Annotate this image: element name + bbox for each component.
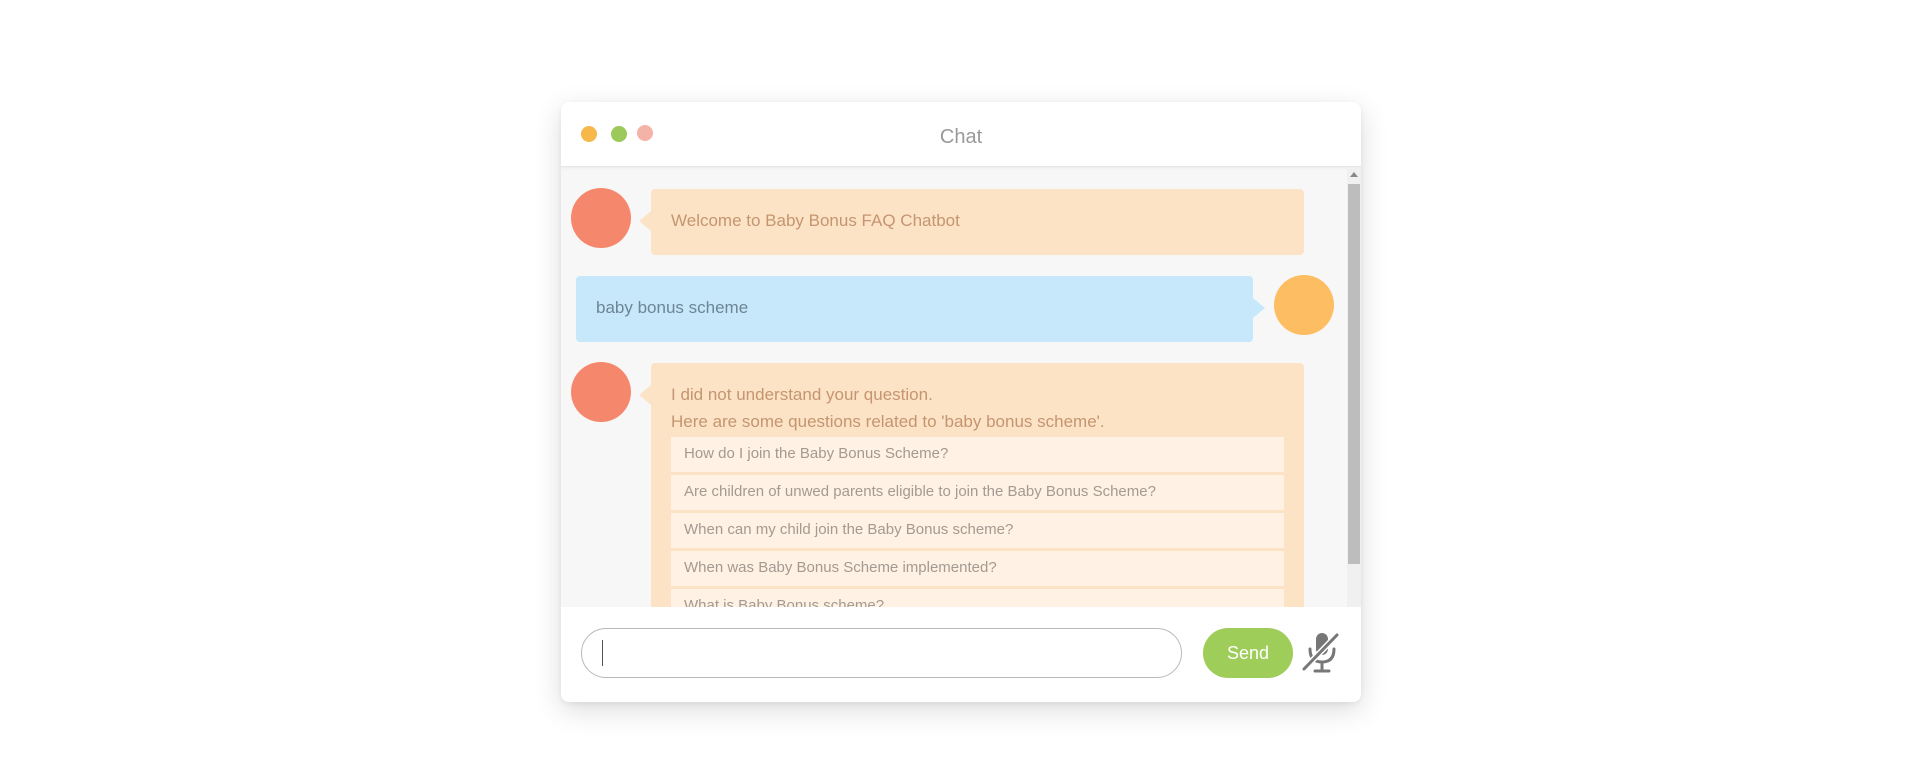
- suggestion-item[interactable]: When can my child join the Baby Bonus sc…: [671, 513, 1284, 548]
- suggestion-item[interactable]: What is Baby Bonus scheme?: [671, 589, 1284, 607]
- title-bar: Chat: [561, 102, 1361, 167]
- message-list[interactable]: Welcome to Baby Bonus FAQ Chatbot baby b…: [561, 167, 1347, 607]
- window-title: Chat: [939, 126, 983, 148]
- scroll-up-arrow-icon[interactable]: [1350, 172, 1358, 177]
- suggestion-list: How do I join the Baby Bonus Scheme? Are…: [671, 437, 1284, 607]
- send-button[interactable]: Send: [1203, 628, 1293, 678]
- message-text: I did not understand your question.: [671, 385, 933, 404]
- message-text: Welcome to Baby Bonus FAQ Chatbot: [671, 211, 960, 230]
- message-text: baby bonus scheme: [596, 298, 749, 317]
- bot-avatar: [571, 362, 631, 422]
- composer-bar: Send: [561, 607, 1361, 702]
- bot-message: I did not understand your question. Here…: [639, 363, 1304, 607]
- bot-message: Welcome to Baby Bonus FAQ Chatbot: [639, 189, 1304, 255]
- suggestion-item[interactable]: When was Baby Bonus Scheme implemented?: [671, 551, 1284, 586]
- message-input[interactable]: [581, 628, 1182, 678]
- user-avatar: [1274, 275, 1334, 335]
- scroll-thumb[interactable]: [1348, 184, 1360, 564]
- message-scrollbar[interactable]: [1347, 167, 1361, 607]
- bot-avatar: [571, 188, 631, 248]
- suggestion-item[interactable]: How do I join the Baby Bonus Scheme?: [671, 437, 1284, 472]
- suggestion-item[interactable]: Are children of unwed parents eligible t…: [671, 475, 1284, 510]
- text-caret: [602, 640, 603, 666]
- chat-window: Chat Welcome to Baby Bonus FAQ Chatbot b…: [561, 102, 1361, 702]
- microphone-off-icon[interactable]: [1299, 629, 1343, 677]
- user-message: baby bonus scheme: [576, 276, 1265, 342]
- message-text: Here are some questions related to 'baby…: [671, 412, 1105, 431]
